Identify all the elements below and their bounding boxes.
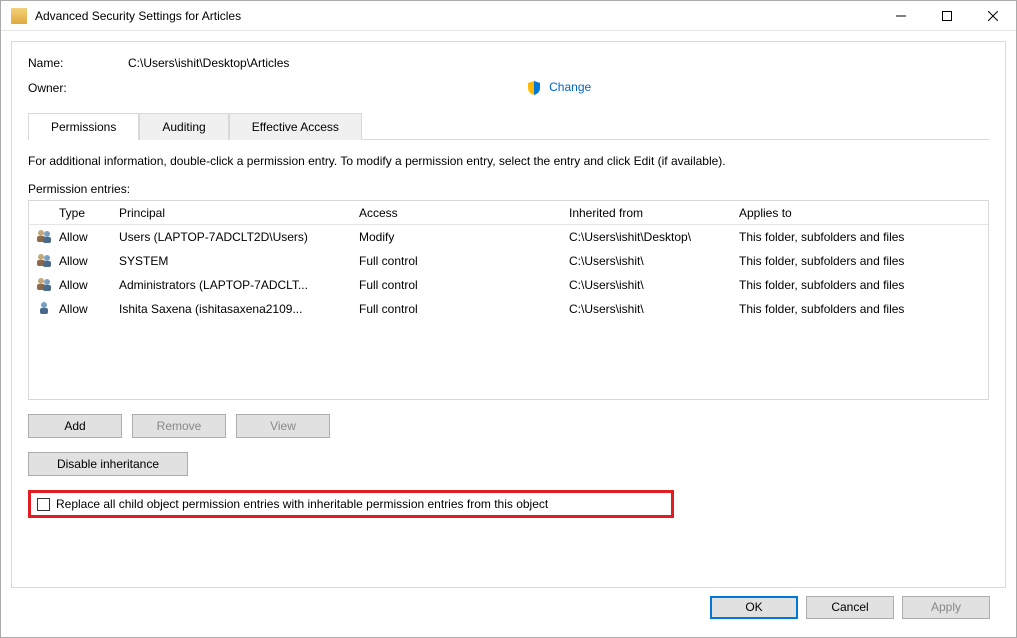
cell-inherited: C:\Users\ishit\ [569, 302, 739, 316]
replace-checkbox-label: Replace all child object permission entr… [56, 497, 548, 511]
window-title: Advanced Security Settings for Articles [35, 9, 241, 23]
cell-inherited: C:\Users\ishit\ [569, 278, 739, 292]
cell-applies: This folder, subfolders and files [739, 254, 982, 268]
owner-row: Owner: Change [28, 80, 989, 96]
cell-type: Allow [59, 278, 119, 292]
cell-inherited: C:\Users\ishit\ [569, 254, 739, 268]
table-row[interactable]: AllowUsers (LAPTOP-7ADCLT2D\Users)Modify… [29, 225, 988, 249]
name-label: Name: [28, 56, 128, 70]
shield-icon [526, 80, 542, 96]
inner-panel: Name: C:\Users\ishit\Desktop\Articles Ow… [11, 41, 1006, 588]
cell-access: Modify [359, 230, 569, 244]
cell-applies: This folder, subfolders and files [739, 230, 982, 244]
cell-applies: This folder, subfolders and files [739, 278, 982, 292]
col-principal[interactable]: Principal [119, 206, 359, 220]
col-inherited[interactable]: Inherited from [569, 206, 739, 220]
entry-buttons: Add Remove View [28, 414, 989, 438]
cell-access: Full control [359, 302, 569, 316]
cell-principal: Users (LAPTOP-7ADCLT2D\Users) [119, 230, 359, 244]
close-button[interactable] [970, 1, 1016, 31]
cell-inherited: C:\Users\ishit\Desktop\ [569, 230, 739, 244]
minimize-button[interactable] [878, 1, 924, 31]
users-icon [35, 277, 53, 291]
tab-body: For additional information, double-click… [28, 139, 989, 573]
grid-header: Type Principal Access Inherited from App… [29, 201, 988, 225]
name-value: C:\Users\ishit\Desktop\Articles [128, 56, 289, 70]
cell-access: Full control [359, 278, 569, 292]
cell-applies: This folder, subfolders and files [739, 302, 982, 316]
replace-checkbox-row[interactable]: Replace all child object permission entr… [28, 490, 674, 518]
folder-icon [11, 8, 27, 24]
users-icon [35, 229, 53, 243]
col-type[interactable]: Type [59, 206, 119, 220]
info-text: For additional information, double-click… [28, 154, 989, 168]
tab-auditing[interactable]: Auditing [139, 113, 228, 140]
cell-type: Allow [59, 302, 119, 316]
disable-inheritance-button[interactable]: Disable inheritance [28, 452, 188, 476]
user-icon [35, 301, 53, 315]
cell-type: Allow [59, 254, 119, 268]
apply-button[interactable]: Apply [902, 596, 990, 619]
cell-principal: SYSTEM [119, 254, 359, 268]
maximize-button[interactable] [924, 1, 970, 31]
cell-principal: Ishita Saxena (ishitasaxena2109... [119, 302, 359, 316]
replace-checkbox[interactable] [37, 498, 50, 511]
entries-label: Permission entries: [28, 182, 989, 196]
remove-button[interactable]: Remove [132, 414, 226, 438]
table-row[interactable]: AllowIshita Saxena (ishitasaxena2109...F… [29, 297, 988, 321]
owner-label: Owner: [28, 81, 128, 95]
cancel-button[interactable]: Cancel [806, 596, 894, 619]
tabs: Permissions Auditing Effective Access [28, 112, 989, 139]
change-owner-link[interactable]: Change [549, 80, 591, 94]
cell-access: Full control [359, 254, 569, 268]
tab-effective-access[interactable]: Effective Access [229, 113, 362, 140]
ok-button[interactable]: OK [710, 596, 798, 619]
view-button[interactable]: View [236, 414, 330, 438]
content-area: Name: C:\Users\ishit\Desktop\Articles Ow… [1, 31, 1016, 637]
footer-buttons: OK Cancel Apply [11, 588, 1006, 627]
permission-grid: Type Principal Access Inherited from App… [28, 200, 989, 400]
table-row[interactable]: AllowAdministrators (LAPTOP-7ADCLT...Ful… [29, 273, 988, 297]
tab-permissions[interactable]: Permissions [28, 113, 139, 140]
name-row: Name: C:\Users\ishit\Desktop\Articles [28, 56, 989, 70]
add-button[interactable]: Add [28, 414, 122, 438]
cell-type: Allow [59, 230, 119, 244]
col-applies[interactable]: Applies to [739, 206, 982, 220]
cell-principal: Administrators (LAPTOP-7ADCLT... [119, 278, 359, 292]
table-row[interactable]: AllowSYSTEMFull controlC:\Users\ishit\Th… [29, 249, 988, 273]
col-access[interactable]: Access [359, 206, 569, 220]
users-icon [35, 253, 53, 267]
titlebar: Advanced Security Settings for Articles [1, 1, 1016, 31]
